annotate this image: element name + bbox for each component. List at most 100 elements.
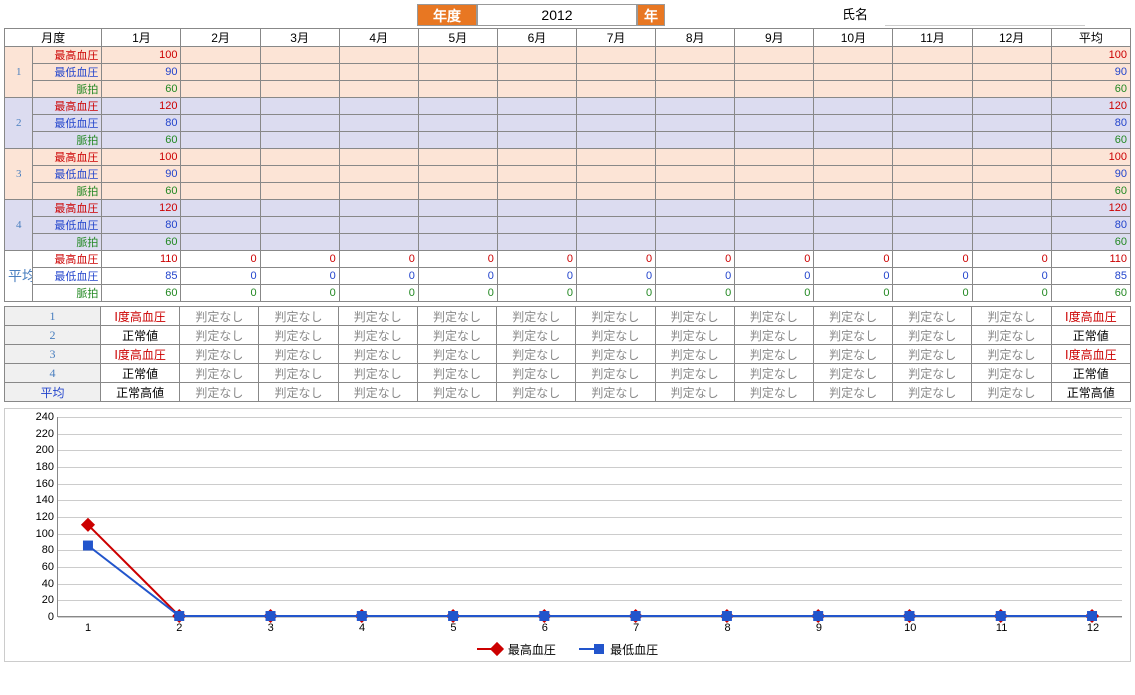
data-cell[interactable] xyxy=(893,217,972,234)
data-cell[interactable] xyxy=(260,200,339,217)
data-cell[interactable] xyxy=(893,115,972,132)
data-cell[interactable]: 60 xyxy=(1051,81,1130,98)
data-cell[interactable]: 90 xyxy=(1051,166,1130,183)
data-cell[interactable]: 120 xyxy=(102,98,181,115)
data-cell[interactable] xyxy=(181,115,260,132)
data-cell[interactable] xyxy=(577,98,656,115)
data-cell[interactable] xyxy=(735,115,814,132)
data-cell[interactable] xyxy=(577,47,656,64)
data-cell[interactable]: 90 xyxy=(1051,64,1130,81)
data-cell[interactable]: 90 xyxy=(102,166,181,183)
data-cell[interactable] xyxy=(972,132,1051,149)
data-cell[interactable] xyxy=(735,183,814,200)
data-cell[interactable] xyxy=(260,183,339,200)
data-cell[interactable] xyxy=(497,132,576,149)
data-cell[interactable] xyxy=(814,234,893,251)
data-cell[interactable] xyxy=(418,47,497,64)
data-cell[interactable] xyxy=(339,64,418,81)
data-cell[interactable] xyxy=(972,98,1051,115)
data-cell[interactable] xyxy=(972,115,1051,132)
data-cell[interactable] xyxy=(260,98,339,115)
data-cell[interactable] xyxy=(893,234,972,251)
data-cell[interactable] xyxy=(656,115,735,132)
data-cell[interactable] xyxy=(972,234,1051,251)
data-cell[interactable] xyxy=(972,149,1051,166)
data-cell[interactable]: 60 xyxy=(102,183,181,200)
data-cell[interactable] xyxy=(814,166,893,183)
data-cell[interactable] xyxy=(181,149,260,166)
data-cell[interactable] xyxy=(656,217,735,234)
data-cell[interactable] xyxy=(418,183,497,200)
data-cell[interactable] xyxy=(181,132,260,149)
data-cell[interactable] xyxy=(735,132,814,149)
data-cell[interactable] xyxy=(577,217,656,234)
data-cell[interactable] xyxy=(814,132,893,149)
data-cell[interactable] xyxy=(497,234,576,251)
data-cell[interactable] xyxy=(260,234,339,251)
data-cell[interactable] xyxy=(814,217,893,234)
data-cell[interactable]: 120 xyxy=(1051,200,1130,217)
data-cell[interactable] xyxy=(418,115,497,132)
name-input[interactable] xyxy=(885,4,1085,26)
data-cell[interactable] xyxy=(339,234,418,251)
data-cell[interactable] xyxy=(577,115,656,132)
data-cell[interactable] xyxy=(735,47,814,64)
data-cell[interactable] xyxy=(656,149,735,166)
data-cell[interactable] xyxy=(972,47,1051,64)
data-cell[interactable] xyxy=(972,217,1051,234)
data-cell[interactable]: 60 xyxy=(102,234,181,251)
data-cell[interactable] xyxy=(339,47,418,64)
data-cell[interactable] xyxy=(735,166,814,183)
data-cell[interactable]: 60 xyxy=(102,81,181,98)
data-cell[interactable] xyxy=(656,64,735,81)
data-cell[interactable]: 60 xyxy=(1051,234,1130,251)
data-cell[interactable]: 60 xyxy=(1051,183,1130,200)
data-cell[interactable] xyxy=(418,166,497,183)
data-cell[interactable] xyxy=(814,64,893,81)
data-cell[interactable] xyxy=(577,149,656,166)
data-cell[interactable] xyxy=(181,234,260,251)
data-cell[interactable] xyxy=(656,183,735,200)
data-cell[interactable] xyxy=(418,64,497,81)
data-cell[interactable]: 80 xyxy=(102,115,181,132)
data-cell[interactable] xyxy=(577,234,656,251)
data-cell[interactable] xyxy=(497,115,576,132)
data-cell[interactable] xyxy=(656,166,735,183)
data-cell[interactable] xyxy=(814,47,893,64)
data-cell[interactable] xyxy=(418,132,497,149)
data-cell[interactable] xyxy=(260,217,339,234)
data-cell[interactable] xyxy=(497,183,576,200)
data-cell[interactable] xyxy=(181,166,260,183)
data-cell[interactable] xyxy=(181,64,260,81)
data-cell[interactable] xyxy=(893,200,972,217)
data-cell[interactable] xyxy=(339,81,418,98)
data-cell[interactable] xyxy=(339,183,418,200)
data-cell[interactable] xyxy=(735,149,814,166)
data-cell[interactable]: 100 xyxy=(1051,47,1130,64)
data-cell[interactable]: 100 xyxy=(1051,149,1130,166)
data-cell[interactable] xyxy=(577,132,656,149)
data-cell[interactable] xyxy=(260,47,339,64)
data-cell[interactable] xyxy=(893,166,972,183)
data-cell[interactable] xyxy=(972,166,1051,183)
data-cell[interactable] xyxy=(893,64,972,81)
data-cell[interactable] xyxy=(497,149,576,166)
data-cell[interactable] xyxy=(577,183,656,200)
data-cell[interactable] xyxy=(893,98,972,115)
data-cell[interactable] xyxy=(339,115,418,132)
data-cell[interactable] xyxy=(972,200,1051,217)
data-cell[interactable] xyxy=(814,183,893,200)
data-cell[interactable] xyxy=(972,64,1051,81)
data-cell[interactable] xyxy=(181,183,260,200)
data-cell[interactable] xyxy=(260,81,339,98)
data-cell[interactable] xyxy=(339,132,418,149)
data-cell[interactable] xyxy=(735,234,814,251)
data-cell[interactable]: 90 xyxy=(102,64,181,81)
data-cell[interactable] xyxy=(972,183,1051,200)
data-cell[interactable] xyxy=(260,115,339,132)
data-cell[interactable] xyxy=(814,98,893,115)
data-cell[interactable] xyxy=(260,132,339,149)
data-cell[interactable]: 120 xyxy=(1051,98,1130,115)
data-cell[interactable] xyxy=(735,217,814,234)
data-cell[interactable] xyxy=(181,217,260,234)
